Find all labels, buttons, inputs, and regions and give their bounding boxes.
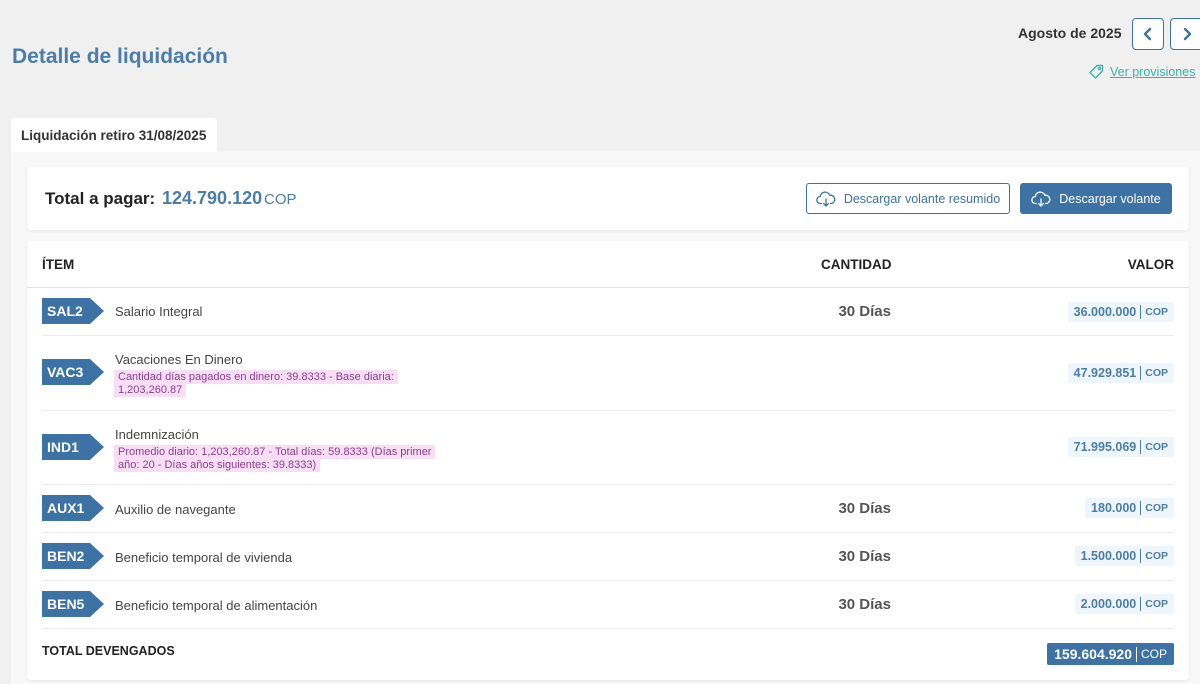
concept-value: 2.000.000 COP bbox=[1074, 594, 1174, 614]
summary-card: Total a pagar: 124.790.120 COP Descargar… bbox=[27, 167, 1189, 230]
concept-value-currency: COP bbox=[1145, 598, 1168, 610]
total-to-pay-label: Total a pagar: bbox=[45, 189, 156, 208]
concept-detail-text: Cantidad días pagados en dinero: 39.8333… bbox=[114, 370, 398, 397]
concept-detail: Promedio diario: 1,203,260.87 - Total dí… bbox=[114, 445, 436, 472]
total-earned-amount: 159.604.920 bbox=[1054, 646, 1132, 662]
table-row: VAC3 Vacaciones En Dinero Cantidad días … bbox=[42, 336, 1174, 411]
concept-name: Beneficio temporal de vivienda bbox=[115, 550, 293, 565]
concept-value-currency: COP bbox=[1145, 441, 1168, 453]
concept-value-amount: 71.995.069 bbox=[1073, 440, 1137, 454]
download-voucher-button[interactable]: Descargar volante bbox=[1020, 183, 1172, 214]
concept-code-tag: SAL2 bbox=[42, 298, 104, 324]
concept-code-tag: IND1 bbox=[42, 434, 104, 460]
concept-value-amount: 2.000.000 bbox=[1080, 597, 1137, 611]
total-earned-label: TOTAL DEVENGADOS bbox=[42, 644, 175, 658]
value-separator bbox=[1140, 440, 1142, 454]
concept-detail: Cantidad días pagados en dinero: 39.8333… bbox=[114, 370, 436, 397]
chevron-right-icon bbox=[1183, 27, 1192, 41]
concept-value-currency: COP bbox=[1145, 502, 1168, 514]
concept-code-tag: BEN2 bbox=[42, 543, 104, 569]
value-separator bbox=[1140, 305, 1142, 319]
concept-name: Vacaciones En Dinero bbox=[115, 352, 243, 367]
concept-quantity: 30 Días bbox=[838, 303, 891, 320]
tab-settlement[interactable]: Liquidación retiro 31/08/2025 bbox=[11, 118, 217, 152]
total-earned-currency: COP bbox=[1140, 647, 1167, 661]
column-header-value: VALOR bbox=[1127, 257, 1174, 272]
concept-value-currency: COP bbox=[1145, 550, 1168, 562]
concept-value-currency: COP bbox=[1145, 367, 1168, 379]
payroll-settlement-page: Detalle de liquidación Agosto de 2025 Ve… bbox=[0, 0, 1200, 684]
row-divider bbox=[42, 628, 1174, 629]
value-separator bbox=[1140, 549, 1142, 563]
previous-period-button[interactable] bbox=[1132, 18, 1164, 50]
value-separator bbox=[1140, 501, 1142, 515]
table-row: SAL2 Salario Integral 30 Días 36.000.000… bbox=[42, 288, 1174, 336]
chevron-left-icon bbox=[1143, 27, 1152, 41]
download-summary-label: Descargar volante resumido bbox=[843, 191, 1001, 206]
settlement-table: ÍTEM CANTIDAD VALOR SAL2 Salario Integra… bbox=[27, 241, 1189, 680]
concept-value-currency: COP bbox=[1145, 306, 1168, 318]
cloud-download-icon bbox=[1031, 191, 1051, 207]
concept-name: Beneficio temporal de alimentación bbox=[115, 598, 318, 613]
download-summary-button[interactable]: Descargar volante resumido bbox=[806, 183, 1010, 214]
total-to-pay-currency: COP bbox=[264, 191, 297, 208]
concept-value: 71.995.069 COP bbox=[1067, 437, 1174, 457]
concept-code-tag: BEN5 bbox=[42, 591, 104, 617]
table-row: BEN5 Beneficio temporal de alimentación … bbox=[42, 581, 1174, 629]
value-separator bbox=[1135, 646, 1137, 662]
concept-value-amount: 47.929.851 bbox=[1073, 366, 1137, 380]
concept-value: 36.000.000 COP bbox=[1067, 302, 1174, 322]
total-earned-value: 159.604.920 COP bbox=[1047, 643, 1174, 665]
concept-quantity: 30 Días bbox=[838, 500, 891, 517]
total-to-pay-amount: 124.790.120 bbox=[162, 188, 263, 208]
column-header-item: ÍTEM bbox=[42, 257, 75, 272]
next-period-button[interactable] bbox=[1170, 18, 1200, 50]
table-row: AUX1 Auxilio de navegante 30 Días 180.00… bbox=[42, 485, 1174, 533]
download-voucher-label: Descargar volante bbox=[1059, 191, 1161, 206]
concept-name: Auxilio de navegante bbox=[115, 502, 236, 517]
concept-value-amount: 1.500.000 bbox=[1080, 549, 1137, 563]
value-separator bbox=[1140, 366, 1142, 380]
concept-value: 180.000 COP bbox=[1085, 498, 1174, 518]
table-row: BEN2 Beneficio temporal de vivienda 30 D… bbox=[42, 533, 1174, 581]
tag-icon bbox=[1089, 64, 1104, 79]
concept-detail-text: Promedio diario: 1,203,260.87 - Total dí… bbox=[114, 445, 436, 472]
concept-value: 47.929.851 COP bbox=[1067, 363, 1174, 383]
concept-quantity: 30 Días bbox=[838, 548, 891, 565]
concept-value-amount: 36.000.000 bbox=[1073, 305, 1137, 319]
concept-quantity: 30 Días bbox=[838, 596, 891, 613]
concept-name: Indemnización bbox=[115, 427, 199, 442]
view-provisions-label[interactable]: Ver provisiones bbox=[1110, 65, 1195, 79]
cloud-download-icon bbox=[816, 191, 836, 207]
concept-code-tag: AUX1 bbox=[42, 495, 104, 521]
period-label: Agosto de 2025 bbox=[1018, 25, 1122, 41]
concept-code-tag: VAC3 bbox=[42, 359, 104, 385]
page-title: Detalle de liquidación bbox=[12, 45, 228, 68]
concept-name: Salario Integral bbox=[115, 304, 203, 319]
concept-value-amount: 180.000 bbox=[1091, 501, 1137, 515]
view-provisions-link[interactable]: Ver provisiones bbox=[1088, 64, 1195, 80]
column-header-quantity: CANTIDAD bbox=[821, 257, 892, 272]
value-separator bbox=[1140, 597, 1142, 611]
concept-value: 1.500.000 COP bbox=[1074, 546, 1174, 566]
table-row: IND1 Indemnización Promedio diario: 1,20… bbox=[42, 411, 1174, 485]
